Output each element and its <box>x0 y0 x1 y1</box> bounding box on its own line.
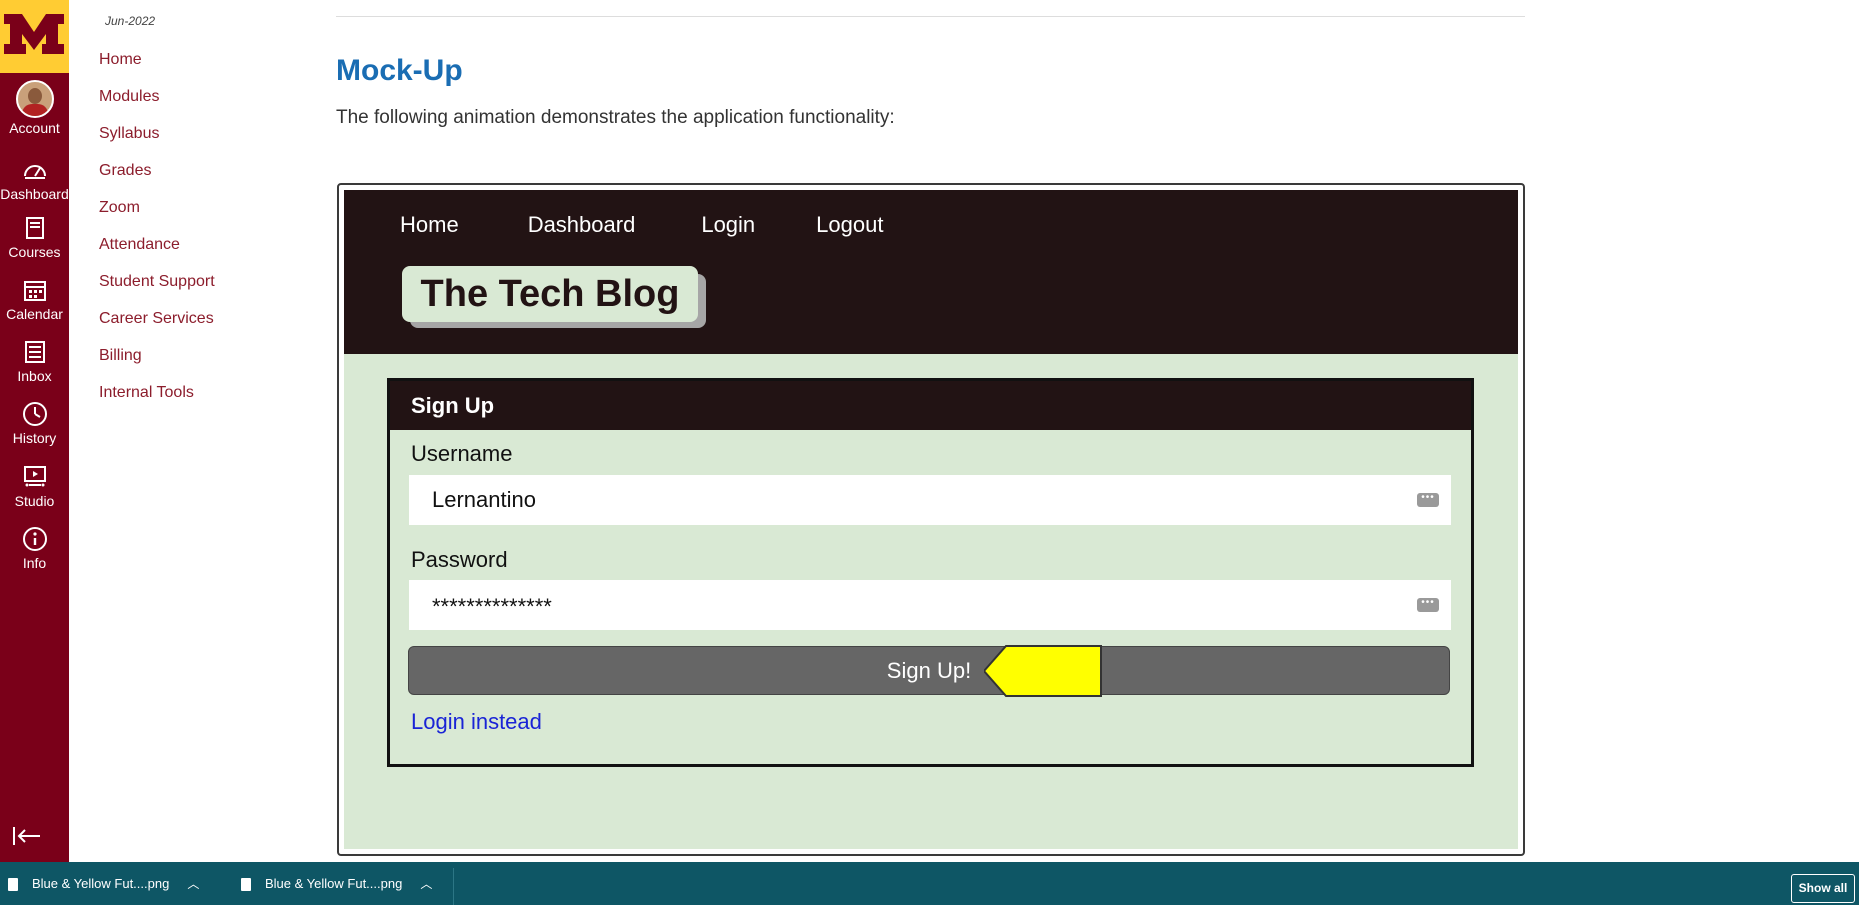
course-nav-student-support[interactable]: Student Support <box>99 270 215 307</box>
intro-text: The following animation demonstrates the… <box>336 107 895 128</box>
nav-calendar[interactable]: Calendar <box>0 276 69 322</box>
dashboard-icon <box>21 156 49 184</box>
mockup-animation: Home Dashboard Login Logout The Tech Blo… <box>337 183 1525 856</box>
file-icon <box>8 878 18 892</box>
course-nav-internal-tools[interactable]: Internal Tools <box>99 381 215 418</box>
course-nav-syllabus[interactable]: Syllabus <box>99 122 215 159</box>
courses-icon <box>21 214 49 242</box>
file-icon <box>241 878 251 892</box>
m-logo-icon <box>4 14 64 54</box>
studio-icon <box>21 463 49 491</box>
nav-dashboard-label: Dashboard <box>0 186 69 202</box>
nav-info-label: Info <box>22 555 47 571</box>
course-nav-home[interactable]: Home <box>99 48 215 85</box>
signup-button: Sign Up! <box>408 646 1450 695</box>
inbox-icon <box>21 338 49 366</box>
nav-info[interactable]: Info <box>0 525 69 571</box>
history-icon <box>21 400 49 428</box>
username-field: Lernantino ••• <box>409 475 1451 525</box>
avatar <box>15 80 54 118</box>
chevron-up-icon[interactable]: ︿ <box>187 863 199 905</box>
nav-studio[interactable]: Studio <box>0 463 69 509</box>
download-item[interactable]: Blue & Yellow Fut....png ︿ <box>8 862 199 905</box>
password-label: Password <box>411 547 508 572</box>
mockup-nav-login: Login <box>701 212 756 237</box>
downloads-bar: Blue & Yellow Fut....png ︿ Blue & Yellow … <box>0 862 1859 905</box>
signup-card: Sign Up Username Lernantino ••• Password… <box>387 378 1474 767</box>
collapse-nav-icon[interactable] <box>12 825 42 847</box>
mockup-nav-dashboard: Dashboard <box>527 212 636 237</box>
mockup-body: Sign Up Username Lernantino ••• Password… <box>344 354 1518 849</box>
course-nav-modules[interactable]: Modules <box>99 85 215 122</box>
nav-history-label: History <box>12 430 57 446</box>
nav-account[interactable]: Account <box>0 80 69 136</box>
autofill-icon: ••• <box>1417 493 1439 507</box>
username-value: Lernantino <box>432 487 536 512</box>
username-label: Username <box>411 441 513 466</box>
download-filename: Blue & Yellow Fut....png <box>32 876 170 891</box>
calendar-icon <box>21 276 49 304</box>
page-title: Mock-Up <box>336 54 463 87</box>
course-nav-attendance[interactable]: Attendance <box>99 233 215 270</box>
signup-card-header: Sign Up <box>390 381 1471 430</box>
mockup-header: Home Dashboard Login Logout The Tech Blo… <box>344 190 1518 354</box>
nav-history[interactable]: History <box>0 400 69 446</box>
nav-calendar-label: Calendar <box>6 306 63 322</box>
mockup-nav-home: Home <box>400 212 459 237</box>
download-filename: Blue & Yellow Fut....png <box>265 876 403 891</box>
course-nav: Home Modules Syllabus Grades Zoom Attend… <box>99 48 215 418</box>
password-value: ************** <box>432 594 552 619</box>
pointer-arrow-icon <box>984 645 1102 697</box>
brand-title: The Tech Blog <box>402 266 698 322</box>
content-divider <box>336 16 1525 17</box>
course-term-date: Jun-2022 <box>105 14 156 28</box>
show-all-button[interactable]: Show all <box>1791 874 1855 903</box>
login-instead-link: Login instead <box>411 709 542 734</box>
nav-studio-label: Studio <box>14 493 55 509</box>
nav-inbox[interactable]: Inbox <box>0 338 69 384</box>
nav-account-label: Account <box>9 120 60 136</box>
nav-dashboard[interactable]: Dashboard <box>0 156 69 202</box>
course-nav-grades[interactable]: Grades <box>99 159 215 196</box>
download-item[interactable]: Blue & Yellow Fut....png ︿ <box>241 862 432 905</box>
course-nav-billing[interactable]: Billing <box>99 344 215 381</box>
nav-courses-label: Courses <box>8 244 61 260</box>
mockup-brand: The Tech Blog <box>402 266 706 328</box>
course-nav-career-services[interactable]: Career Services <box>99 307 215 344</box>
password-field: ************** ••• <box>409 580 1451 630</box>
course-nav-zoom[interactable]: Zoom <box>99 196 215 233</box>
mockup-nav-logout: Logout <box>816 212 884 237</box>
university-logo[interactable] <box>0 0 69 73</box>
autofill-icon: ••• <box>1417 598 1439 612</box>
info-icon <box>21 525 49 553</box>
downloads-divider <box>453 868 454 905</box>
chevron-up-icon[interactable]: ︿ <box>420 863 432 905</box>
global-nav: Account Dashboard Courses Calendar Inbox <box>0 0 69 862</box>
nav-inbox-label: Inbox <box>17 368 52 384</box>
nav-courses[interactable]: Courses <box>0 214 69 260</box>
mockup-nav: Home Dashboard Login Logout <box>400 212 883 238</box>
